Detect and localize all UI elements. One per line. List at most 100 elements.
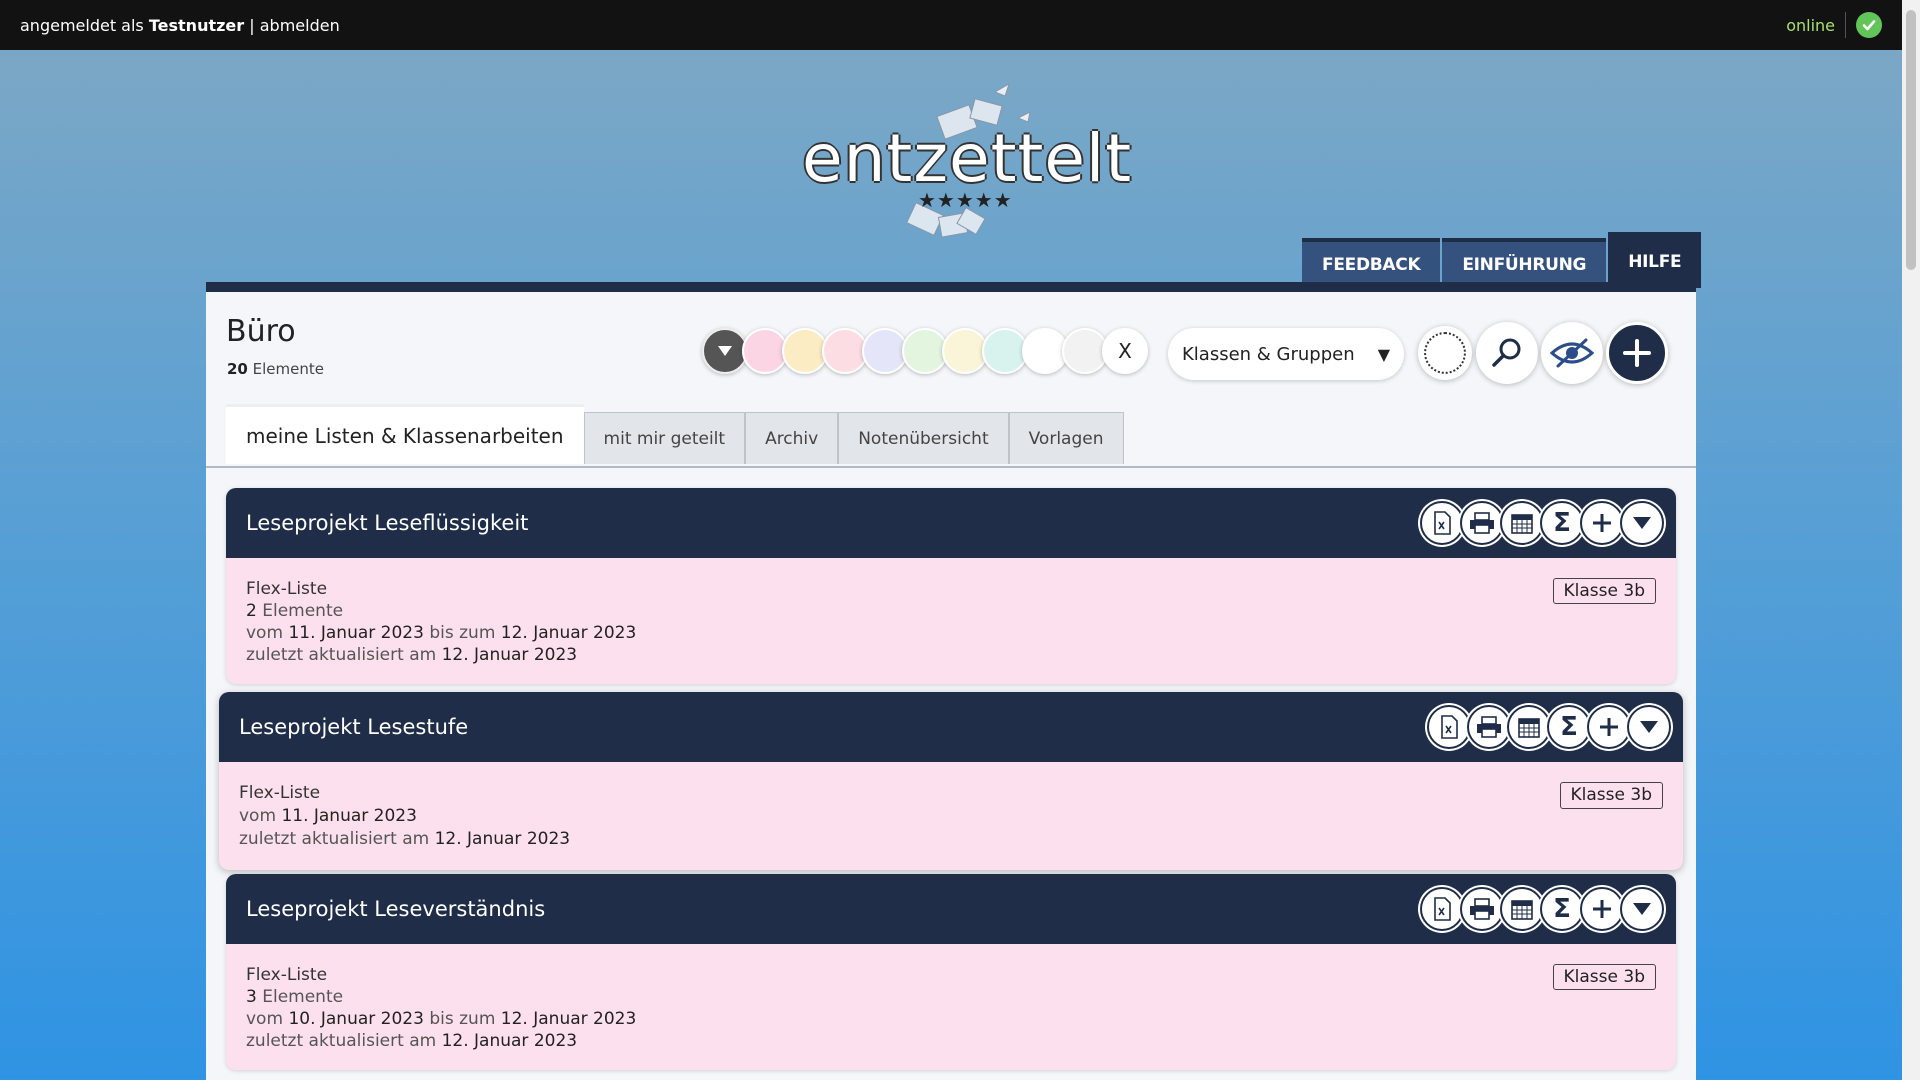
sum-button[interactable]: Σ [1547, 705, 1591, 749]
color-filter: X [702, 328, 1148, 374]
dotted-circle-icon [1424, 332, 1466, 374]
username: Testnutzer [148, 15, 245, 35]
tab-grade-overview[interactable]: Notenübersicht [838, 412, 1009, 464]
calendar-button[interactable] [1500, 887, 1544, 931]
page-title: Büro [226, 314, 296, 349]
tab-my-lists[interactable]: meine Listen & Klassenarbeiten [226, 404, 584, 464]
expand-button[interactable] [1620, 887, 1664, 931]
element-count-value: 20 [227, 360, 248, 378]
add-list-button[interactable] [1606, 322, 1668, 384]
list-card-header[interactable]: Leseprojekt Lesestufe Σ [219, 692, 1683, 762]
date-from-label: vom [239, 806, 277, 826]
calendar-button[interactable] [1507, 705, 1551, 749]
list-card[interactable]: Leseprojekt Leseflüssigkeit Σ Flex-Liste… [226, 488, 1676, 684]
plus-icon [1623, 339, 1651, 367]
list-card[interactable]: Leseprojekt Leseverständnis Σ Flex-Liste… [226, 874, 1676, 1070]
triangle-down-icon [718, 346, 732, 356]
print-button[interactable] [1460, 501, 1504, 545]
logout-link[interactable]: abmelden [260, 16, 340, 35]
search-icon [1492, 338, 1521, 367]
list-card-header[interactable]: Leseprojekt Leseverständnis Σ [226, 874, 1676, 944]
excel-export-icon [1434, 511, 1451, 535]
select-all-button[interactable] [1418, 326, 1472, 380]
list-type: Flex-Liste [246, 965, 328, 985]
logo-wordmark: entzettelt [802, 120, 1133, 197]
login-prefix: angemeldet als [20, 15, 144, 35]
app-logo: entzettelt ★★★★★ [790, 80, 1131, 250]
feedback-button[interactable]: FEEDBACK [1302, 238, 1441, 288]
updated-label: zuletzt aktualisiert am [246, 1031, 437, 1051]
print-button[interactable] [1467, 705, 1511, 749]
add-icon [1593, 514, 1611, 532]
expand-icon [1633, 903, 1651, 915]
updated-date: 12. Januar 2023 [434, 829, 571, 849]
triangle-down-icon: ▼ [1377, 344, 1390, 364]
excel-export-button[interactable] [1420, 887, 1464, 931]
list-card-actions: Σ [1427, 705, 1671, 749]
clear-filter-button[interactable]: X [1102, 328, 1148, 374]
add-item-button[interactable] [1587, 705, 1631, 749]
tab-shared-with-me[interactable]: mit mir geteilt [583, 412, 746, 464]
sum-icon: Σ [1560, 712, 1578, 742]
top-bar: angemeldet als Testnutzer | abmelden onl… [0, 0, 1902, 50]
add-icon [1593, 900, 1611, 918]
calendar-button[interactable] [1500, 501, 1544, 545]
list-card-title: Leseprojekt Leseflüssigkeit [246, 511, 529, 535]
login-separator: | [249, 15, 255, 35]
element-count: 20 Elemente [227, 360, 324, 378]
eye-hidden-icon [1550, 338, 1594, 368]
add-item-button[interactable] [1580, 887, 1624, 931]
date-from-label: vom [246, 1009, 284, 1029]
status-divider [1845, 12, 1846, 38]
print-button[interactable] [1460, 887, 1504, 931]
group-select[interactable]: Klassen & Gruppen ▼ [1168, 328, 1404, 380]
list-card-title: Leseprojekt Lesestufe [239, 715, 469, 739]
date-to: 12. Januar 2023 [500, 1009, 637, 1029]
group-select-value: Klassen & Gruppen [1182, 343, 1355, 365]
list-card-body: Flex-Liste 2 Elemente vom 11. Januar 202… [226, 558, 1676, 684]
tab-archive[interactable]: Archiv [745, 412, 839, 464]
class-badge[interactable]: Klasse 3b [1552, 964, 1656, 990]
main-panel: Büro 20 Elemente X Klassen & Gruppen ▼ m… [206, 282, 1696, 1080]
excel-export-icon [1434, 897, 1451, 921]
date-to-label: bis zum [429, 1009, 496, 1029]
list-updated: zuletzt aktualisiert am 12. Januar 2023 [246, 1030, 1656, 1052]
class-badge[interactable]: Klasse 3b [1559, 782, 1663, 809]
sum-button[interactable]: Σ [1540, 887, 1584, 931]
list-elements-value: 3 [246, 987, 257, 1007]
list-card-actions: Σ [1420, 887, 1664, 931]
print-icon [1477, 716, 1501, 738]
list-date-range: vom 10. Januar 2023 bis zum 12. Januar 2… [246, 1008, 1656, 1030]
add-icon [1600, 718, 1618, 736]
visibility-button[interactable] [1541, 322, 1603, 384]
date-from: 10. Januar 2023 [288, 1009, 424, 1029]
sum-icon: Σ [1553, 508, 1571, 538]
date-to: 12. Januar 2023 [500, 623, 637, 643]
sum-icon: Σ [1553, 894, 1571, 924]
sum-button[interactable]: Σ [1540, 501, 1584, 545]
list-type: Flex-Liste [239, 783, 321, 803]
updated-date: 12. Januar 2023 [441, 645, 578, 665]
list-updated: zuletzt aktualisiert am 12. Januar 2023 [246, 644, 1656, 666]
updated-date: 12. Januar 2023 [441, 1031, 578, 1051]
tab-templates[interactable]: Vorlagen [1008, 412, 1124, 464]
excel-export-button[interactable] [1427, 705, 1471, 749]
class-badge[interactable]: Klasse 3b [1552, 578, 1656, 604]
help-button[interactable]: HILFE [1608, 232, 1702, 288]
print-icon [1470, 898, 1494, 920]
element-count-label: Elemente [252, 360, 324, 378]
list-card-header[interactable]: Leseprojekt Leseflüssigkeit Σ [226, 488, 1676, 558]
page-scrollbar[interactable] [1902, 0, 1920, 1080]
online-status: online [1786, 15, 1835, 35]
list-card-actions: Σ [1420, 501, 1664, 545]
date-from: 11. Januar 2023 [288, 623, 424, 643]
expand-button[interactable] [1627, 705, 1671, 749]
expand-button[interactable] [1620, 501, 1664, 545]
add-item-button[interactable] [1580, 501, 1624, 545]
search-button[interactable] [1476, 322, 1538, 384]
scrollbar-thumb[interactable] [1906, 10, 1916, 270]
list-card[interactable]: Leseprojekt Lesestufe Σ Flex-Liste vom 1… [219, 692, 1683, 870]
excel-export-button[interactable] [1420, 501, 1464, 545]
list-card-body: Flex-Liste 3 Elemente vom 10. Januar 202… [226, 944, 1676, 1070]
intro-button[interactable]: EINFÜHRUNG [1442, 238, 1607, 288]
